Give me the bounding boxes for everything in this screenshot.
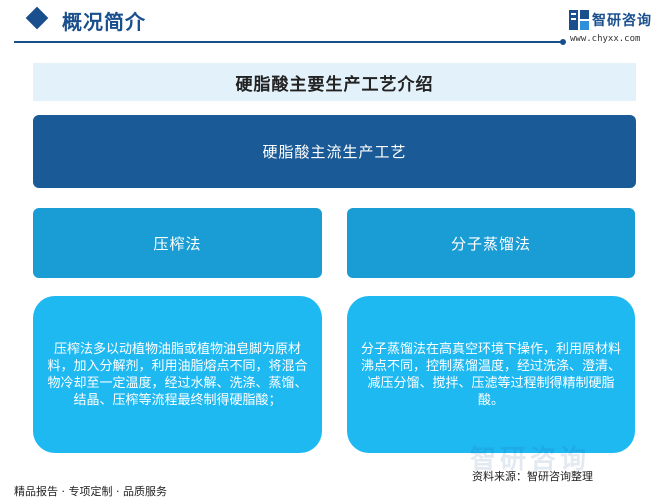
section-title: 概况简介 bbox=[62, 10, 146, 34]
footer-tagline: 精品报告 · 专项定制 · 品质服务 bbox=[14, 485, 167, 498]
brand-name: 智研咨询 bbox=[592, 13, 652, 29]
brand-url[interactable]: www.chyxx.com bbox=[570, 34, 640, 44]
divider-dot bbox=[560, 39, 566, 45]
method-pressing: 压榨法 bbox=[33, 208, 322, 278]
brand-block[interactable]: 智研咨询 www.chyxx.com bbox=[568, 9, 668, 47]
diamond-icon bbox=[25, 6, 49, 30]
pressing-description-text: 压榨法多以动植物油脂或植物油皂脚为原材料，加入分解剂，利用油脂熔点不同，将混合物… bbox=[47, 341, 308, 408]
method-molecular-distillation: 分子蒸馏法 bbox=[347, 208, 635, 278]
main-title: 硬脂酸主要生产工艺介绍 bbox=[33, 63, 636, 101]
molecular-distillation-description-text: 分子蒸馏法在高真空环境下操作，利用原材料沸点不同，控制蒸馏温度，经过洗涤、澄清、… bbox=[361, 341, 622, 408]
pressing-description: 压榨法多以动植物油脂或植物油皂脚为原材料，加入分解剂，利用油脂熔点不同，将混合物… bbox=[33, 296, 322, 453]
header-divider bbox=[14, 41, 562, 43]
molecular-distillation-description: 分子蒸馏法在高真空环境下操作，利用原材料沸点不同，控制蒸馏温度，经过洗涤、澄清、… bbox=[347, 296, 635, 453]
process-header: 硬脂酸主流生产工艺 bbox=[33, 115, 636, 188]
page-header: 概况简介 智研咨询 www.chyxx.com bbox=[0, 0, 670, 50]
footer-source: 资料来源：智研咨询整理 bbox=[472, 470, 593, 483]
brand-logo-icon bbox=[569, 10, 589, 30]
